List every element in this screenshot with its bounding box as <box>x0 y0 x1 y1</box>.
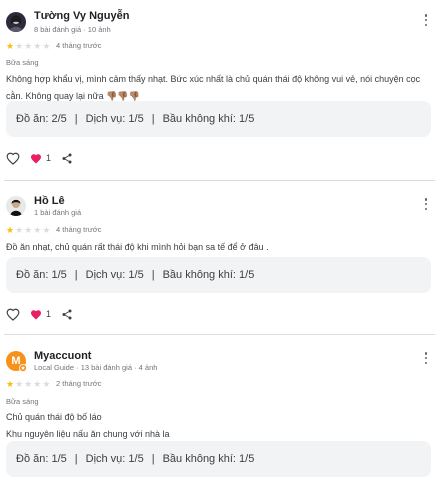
star-icon: ★ <box>24 379 33 389</box>
aspect-ratings: Đồ ăn: 2/5 | Dịch vụ: 1/5 | Bầu không kh… <box>6 101 431 137</box>
like-count: 1 <box>46 309 52 319</box>
reviewer-name[interactable]: Hồ Lê <box>34 195 65 207</box>
more-options-button[interactable] <box>421 351 431 365</box>
atmosphere-rating: Bầu không khí: 1/5 <box>162 453 255 465</box>
star-icon: ★ <box>24 41 33 51</box>
star-icon: ★ <box>42 379 51 389</box>
star-icon: ★ <box>15 225 24 235</box>
star-icon: ★ <box>42 41 51 51</box>
service-rating: Dịch vụ: 1/5 <box>85 269 144 281</box>
review-date: 4 tháng trước <box>56 41 102 50</box>
atmosphere-rating: Bầu không khí: 1/5 <box>162 269 255 281</box>
review-date: 2 tháng trước <box>56 379 102 388</box>
share-icon[interactable] <box>61 152 73 165</box>
reviewer-name[interactable]: Myaccuont <box>34 350 91 362</box>
heart-filled-icon[interactable] <box>30 309 42 320</box>
star-icon: ★ <box>6 225 15 235</box>
star-icon: ★ <box>24 225 33 235</box>
star-rating: ★ ★ ★ ★ ★ <box>6 225 50 235</box>
heart-filled-icon[interactable] <box>30 153 42 164</box>
atmosphere-rating: Bầu không khí: 1/5 <box>162 113 255 125</box>
reviewer-meta: Local Guide · 13 bài đánh giá · 4 ảnh <box>34 363 158 372</box>
star-icon: ★ <box>15 41 24 51</box>
share-icon[interactable] <box>61 308 73 321</box>
like-count: 1 <box>46 153 52 163</box>
star-rating: ★ ★ ★ ★ ★ <box>6 41 50 51</box>
heart-outline-icon[interactable] <box>6 308 20 321</box>
meal-type: Bữa sáng <box>6 58 39 67</box>
food-rating: Đồ ăn: 1/5 <box>16 453 67 465</box>
local-guide-badge-icon <box>19 364 27 372</box>
review-actions: 1 <box>6 307 73 321</box>
aspect-ratings: Đồ ăn: 1/5 | Dịch vụ: 1/5 | Bầu không kh… <box>6 441 431 477</box>
star-icon: ★ <box>6 41 15 51</box>
heart-outline-icon[interactable] <box>6 152 20 165</box>
star-icon: ★ <box>33 379 42 389</box>
food-rating: Đồ ăn: 1/5 <box>16 269 67 281</box>
review-text: Chủ quán thái độ bố láo Khu nguyên liệu … <box>6 412 170 439</box>
reviewer-avatar[interactable] <box>6 196 26 216</box>
review-actions: 1 <box>6 151 73 165</box>
more-options-button[interactable] <box>421 197 431 211</box>
star-icon: ★ <box>33 41 42 51</box>
food-rating: Đồ ăn: 2/5 <box>16 113 67 125</box>
star-icon: ★ <box>33 225 42 235</box>
service-rating: Dịch vụ: 1/5 <box>85 113 144 125</box>
service-rating: Dịch vụ: 1/5 <box>85 453 144 465</box>
star-icon: ★ <box>6 379 15 389</box>
reviewer-meta: 1 bài đánh giá <box>34 208 82 217</box>
review-divider <box>4 180 435 181</box>
review-date: 4 tháng trước <box>56 225 102 234</box>
review-divider <box>4 334 435 335</box>
reviewer-meta: 8 bài đánh giá · 10 ảnh <box>34 25 111 34</box>
star-rating: ★ ★ ★ ★ ★ <box>6 379 50 389</box>
more-options-button[interactable] <box>421 13 431 27</box>
meal-type: Bữa sáng <box>6 397 39 406</box>
star-icon: ★ <box>42 225 51 235</box>
aspect-ratings: Đồ ăn: 1/5 | Dịch vụ: 1/5 | Bầu không kh… <box>6 257 431 293</box>
reviewer-name[interactable]: Tường Vy Nguyễn <box>34 10 129 22</box>
review-text: Không hợp khẩu vị, mình cảm thấy nhạt. B… <box>6 74 421 101</box>
review-text: Đồ ăn nhạt, chủ quán rất thái độ khi mìn… <box>6 242 269 252</box>
star-icon: ★ <box>15 379 24 389</box>
reviewer-avatar[interactable] <box>6 12 26 32</box>
